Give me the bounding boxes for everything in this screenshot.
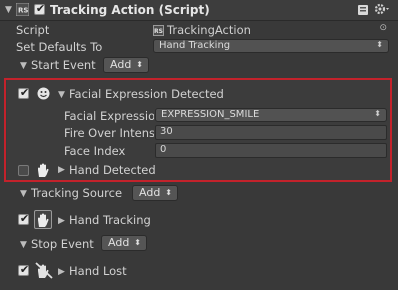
hand-lost-enabled-checkbox[interactable]: ✔ [18,263,30,276]
check-icon: ✔ [19,212,30,225]
tracking-source-add-button[interactable]: Add ⬍ [132,185,178,201]
defaults-label: Set Defaults To [16,40,103,54]
hand-tracking-label: Hand Tracking [69,213,151,227]
add-button-label: Add [139,186,161,199]
start-event-fold-icon[interactable]: ▼ [20,61,27,71]
book-icon[interactable] [357,4,369,16]
stop-event-fold-icon[interactable]: ▼ [20,240,27,250]
hand-lost-label: Hand Lost [69,264,127,278]
script-field[interactable]: RS TrackingAction ⊙ [153,23,387,38]
stop-event-label: Stop Event [31,237,94,251]
hand-tracking-icon-frame [34,210,52,229]
collapse-arrow-icon[interactable]: ▼ [5,5,12,15]
script-label: Script [16,23,50,37]
hand-tracking-fold-icon[interactable]: ▶ [58,216,65,226]
tracking-source-label: Tracking Source [31,186,123,200]
script-badge-icon: RS [15,2,30,17]
gear-icon[interactable] [374,2,390,16]
dropdown-arrows-icon: ⬍ [165,188,172,197]
hand-lost-fold-icon[interactable]: ▶ [58,267,65,277]
defaults-dropdown[interactable]: Hand Tracking ⬍ [153,39,389,53]
start-event-add-button[interactable]: Add ⬍ [103,57,149,73]
script-value: TrackingAction [167,23,251,37]
hand-icon [38,213,49,227]
stop-event-add-button[interactable]: Add ⬍ [101,235,147,251]
component-title: Tracking Action (Script) [50,3,210,17]
add-button-label: Add [110,58,132,71]
check-icon: ✔ [19,263,30,276]
check-icon: ✔ [35,2,46,15]
dropdown-arrows-icon: ⬍ [134,238,141,247]
dropdown-arrows-icon: ⬍ [136,60,143,69]
tracking-source-fold-icon[interactable]: ▼ [20,189,27,199]
hand-lost-icon [34,260,54,280]
script-file-icon: RS [153,25,164,36]
svg-text:RS: RS [18,7,28,15]
object-picker-icon[interactable]: ⊙ [379,23,387,33]
svg-text:RS: RS [154,28,163,35]
component-enabled-checkbox[interactable]: ✔ [34,2,46,15]
hand-tracking-enabled-checkbox[interactable]: ✔ [18,212,30,225]
selection-highlight [4,78,392,182]
add-button-label: Add [108,236,130,249]
defaults-value: Hand Tracking [159,40,231,51]
inspector-panel: ▼ RS ✔ Tracking Action (Script) Script R… [0,0,398,290]
start-event-label: Start Event [31,58,96,72]
dropdown-arrows-icon: ⬍ [376,40,383,49]
